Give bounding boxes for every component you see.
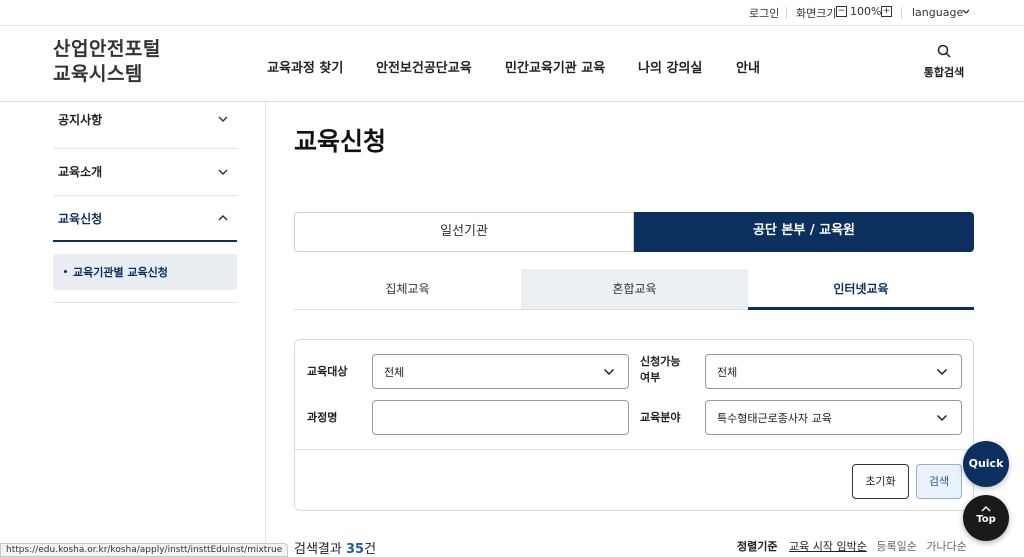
tab-group-edu[interactable]: 집체교육 [294, 269, 521, 310]
tab-online-edu[interactable]: 인터넷교육 [748, 269, 974, 310]
nav-item-guide[interactable]: 안내 [736, 57, 760, 76]
content-divider [265, 102, 266, 557]
sort-option-registered[interactable]: 등록일순 [876, 540, 916, 553]
course-name-input[interactable] [372, 400, 629, 435]
org-tabs: 일선기관 공단 본부 / 교육원 [294, 212, 974, 252]
tab-hq-training-center[interactable]: 공단 본부 / 교육원 [634, 212, 974, 252]
search-icon [937, 44, 951, 58]
result-suffix: 건 [364, 542, 377, 557]
edu-field-select-value: 특수형태근로종사자 교육 [717, 412, 832, 425]
sidebar: 공지사항 교육소개 교육신청 교육기관별 교육신청 [53, 102, 237, 303]
target-select-value: 전체 [384, 366, 405, 379]
apply-available-select-value: 전체 [717, 366, 738, 379]
target-select[interactable]: 전체 [372, 354, 629, 389]
sidebar-item-label: 교육신청 [58, 212, 103, 226]
sidebar-item-label: 교육소개 [58, 165, 103, 179]
tab-blended-edu[interactable]: 혼합교육 [521, 269, 748, 310]
divider [295, 449, 973, 450]
apply-available-label-line-1: 신청가능 [640, 355, 681, 368]
reset-button[interactable]: 초기화 [852, 464, 909, 499]
sort-option-start-soon[interactable]: 교육 시작 임박순 [789, 540, 867, 553]
sort-options: 정렬기준 교육 시작 임박순 등록일순 가나다순 [737, 538, 973, 554]
chevron-down-icon [218, 116, 228, 122]
sidebar-subitem-institution-apply[interactable]: 교육기관별 교육신청 [53, 254, 237, 290]
tab-local-office[interactable]: 일선기관 [294, 212, 634, 252]
nav-item-course-search[interactable]: 교육과정 찾기 [267, 57, 343, 76]
chevron-up-icon [218, 215, 228, 221]
integrated-search-button[interactable]: 통합검색 [918, 44, 970, 86]
sort-option-alphabetical[interactable]: 가나다순 [926, 540, 966, 553]
page-title: 교육신청 [294, 127, 387, 156]
divider [53, 302, 237, 303]
nav-item-private-edu[interactable]: 민간교육기관 교육 [505, 57, 605, 76]
apply-available-label-line-2: 여부 [640, 371, 661, 384]
quick-menu-button[interactable]: Quick [963, 441, 1009, 487]
scroll-top-button[interactable]: Top [963, 495, 1009, 541]
sidebar-item-apply[interactable]: 교육신청 [53, 196, 237, 242]
sidebar-subitem-label: 교육기관별 교육신청 [73, 266, 168, 279]
chevron-down-icon [936, 368, 948, 376]
edu-type-tabs: 집체교육 혼합교육 인터넷교육 [294, 269, 974, 310]
target-label: 교육대상 [307, 365, 348, 378]
apply-available-select[interactable]: 전체 [705, 354, 962, 389]
chevron-down-icon [218, 169, 228, 175]
zoom-out-button[interactable]: − [836, 6, 847, 17]
sort-label: 정렬기준 [737, 540, 778, 553]
language-select[interactable]: language [912, 6, 963, 19]
course-name-label: 과정명 [307, 411, 338, 424]
edu-field-select[interactable]: 특수형태근로종사자 교육 [705, 400, 962, 435]
result-prefix: 검색결과 [294, 542, 342, 557]
chevron-down-icon[interactable] [961, 7, 971, 17]
login-link[interactable]: 로그인 [749, 5, 779, 21]
divider [786, 7, 787, 18]
sidebar-item-intro[interactable]: 교육소개 [53, 149, 237, 196]
edu-field-label: 교육분야 [640, 411, 681, 424]
sidebar-item-notice[interactable]: 공지사항 [53, 102, 237, 149]
divider [901, 7, 902, 18]
search-result-count: 검색결과 35건 [294, 538, 376, 557]
search-button[interactable]: 검색 [916, 464, 962, 499]
bullet-icon [64, 270, 67, 273]
zoom-in-button[interactable]: + [881, 6, 892, 17]
integrated-search-label: 통합검색 [923, 66, 965, 79]
chevron-up-icon [981, 506, 991, 512]
site-logo[interactable]: 산업안전포털 교육시스템 [53, 37, 161, 87]
utility-bar: 로그인 화면크기 − 100% + language [0, 0, 1024, 26]
chevron-down-icon [603, 368, 615, 376]
zoom-value: 100% [850, 5, 882, 18]
apply-available-label: 신청가능 여부 [640, 354, 680, 386]
site-header: 산업안전포털 교육시스템 교육과정 찾기 안전보건공단교육 민간교육기관 교육 … [0, 27, 1024, 102]
sidebar-item-label: 공지사항 [58, 113, 103, 127]
chevron-down-icon [936, 414, 948, 422]
scroll-top-label: Top [976, 514, 996, 525]
result-count: 35 [345, 542, 365, 557]
browser-status-url: https://edu.kosha.or.kr/kosha/apply/inst… [0, 543, 289, 557]
logo-line-2: 교육시스템 [53, 63, 143, 85]
zoom-label: 화면크기 [796, 7, 837, 20]
search-filter-panel: 교육대상 전체 신청가능 여부 전체 과정명 교육분야 특수형태근로종사자 교육… [294, 339, 974, 511]
logo-line-1: 산업안전포털 [53, 38, 161, 60]
nav-item-kosha-edu[interactable]: 안전보건공단교육 [376, 57, 472, 76]
nav-item-my-classroom[interactable]: 나의 강의실 [638, 57, 702, 76]
